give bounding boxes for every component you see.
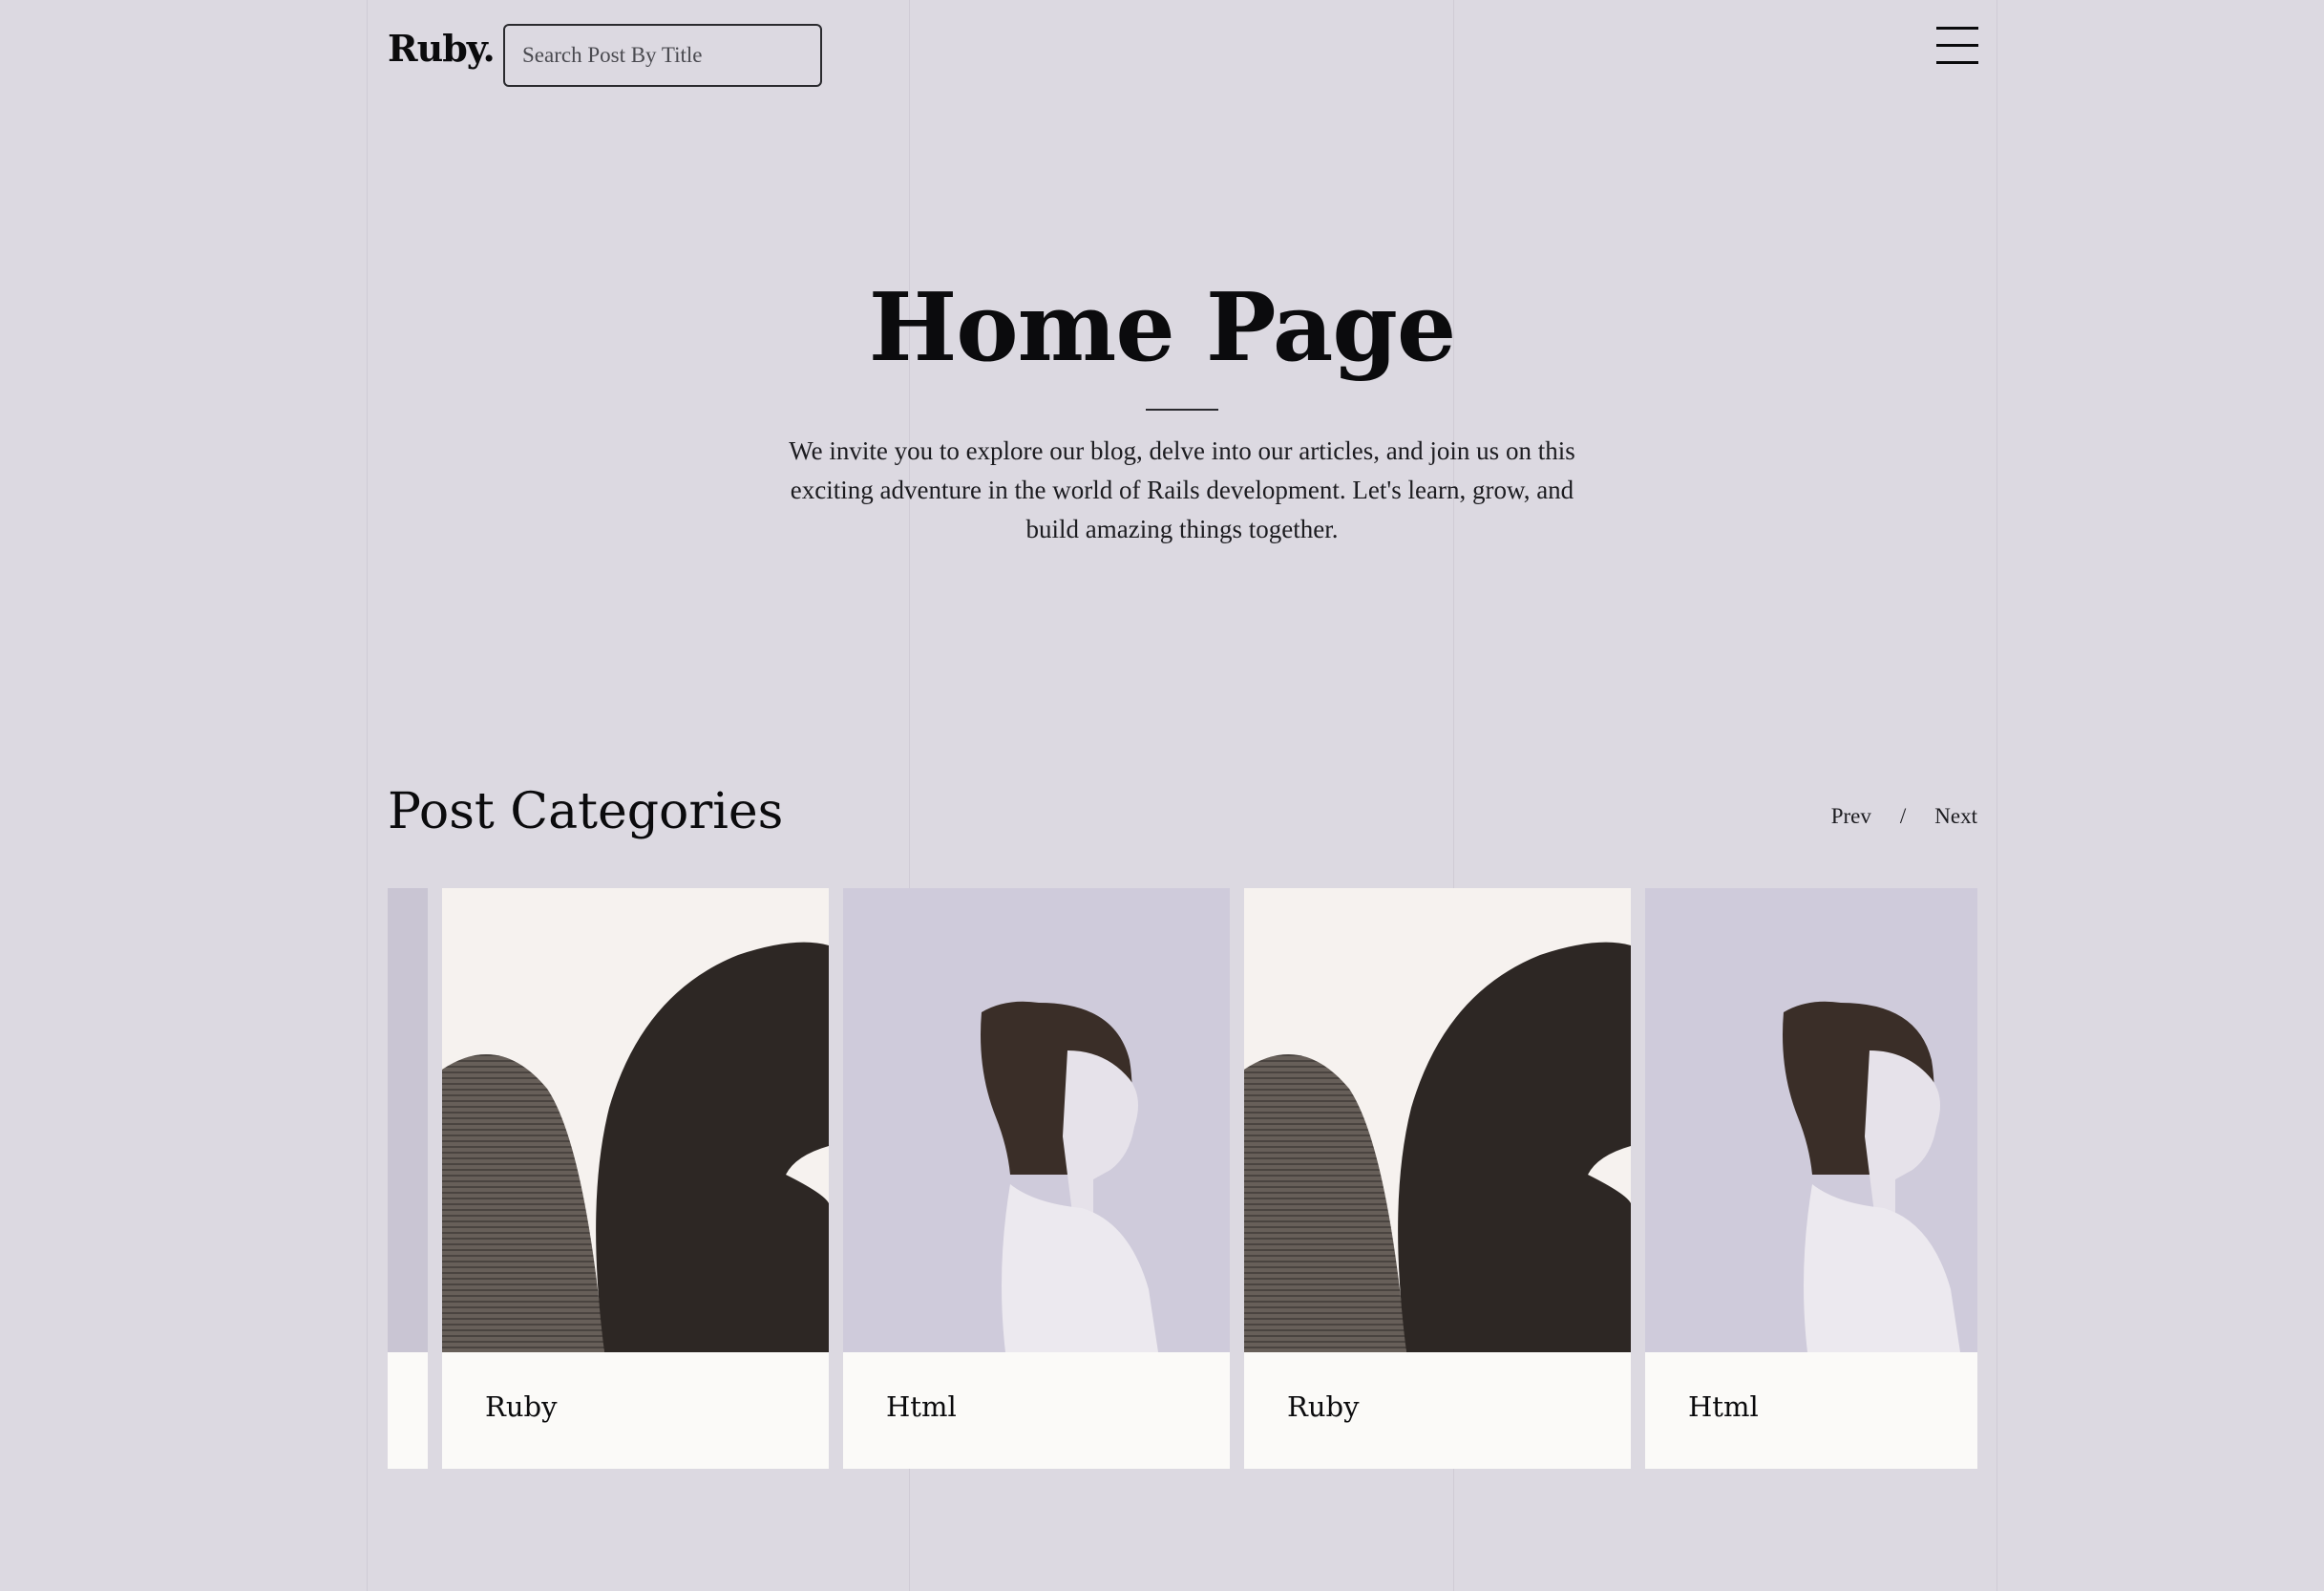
hero-description: We invite you to explore our blog, delve… bbox=[789, 436, 1575, 543]
menu-bar bbox=[1936, 44, 1978, 47]
search-input[interactable] bbox=[503, 24, 822, 87]
category-label: Html bbox=[886, 1390, 957, 1423]
pager-separator: / bbox=[1899, 804, 1907, 828]
category-label: Ruby bbox=[1287, 1390, 1360, 1423]
portrait-image bbox=[843, 888, 1230, 1352]
category-card[interactable]: Html bbox=[843, 888, 1230, 1469]
category-image bbox=[388, 888, 428, 1352]
sculpture-image bbox=[442, 888, 829, 1352]
page-title: Home Page bbox=[868, 273, 1457, 383]
section-title: Post Categories bbox=[388, 783, 784, 840]
menu-bar bbox=[1936, 27, 1978, 30]
title-divider bbox=[1146, 409, 1218, 411]
menu-bar bbox=[1936, 61, 1978, 64]
grid-line bbox=[367, 0, 368, 1591]
sculpture-image bbox=[1244, 888, 1631, 1352]
category-card[interactable]: Ruby bbox=[1244, 888, 1631, 1469]
category-card[interactable]: Html bbox=[1645, 888, 1977, 1469]
category-card[interactable]: Ruby bbox=[442, 888, 829, 1469]
category-card-partial[interactable] bbox=[388, 888, 428, 1469]
category-label: Html bbox=[1688, 1390, 1759, 1423]
next-link[interactable]: Next bbox=[1934, 804, 1977, 829]
prev-link[interactable]: Prev bbox=[1831, 804, 1871, 829]
hamburger-menu-icon[interactable] bbox=[1936, 27, 1978, 65]
category-label: Ruby bbox=[485, 1390, 558, 1423]
portrait-image bbox=[1645, 888, 1977, 1352]
site-logo[interactable]: Ruby. bbox=[388, 27, 496, 70]
carousel-pager: Prev / Next bbox=[1831, 804, 1977, 829]
